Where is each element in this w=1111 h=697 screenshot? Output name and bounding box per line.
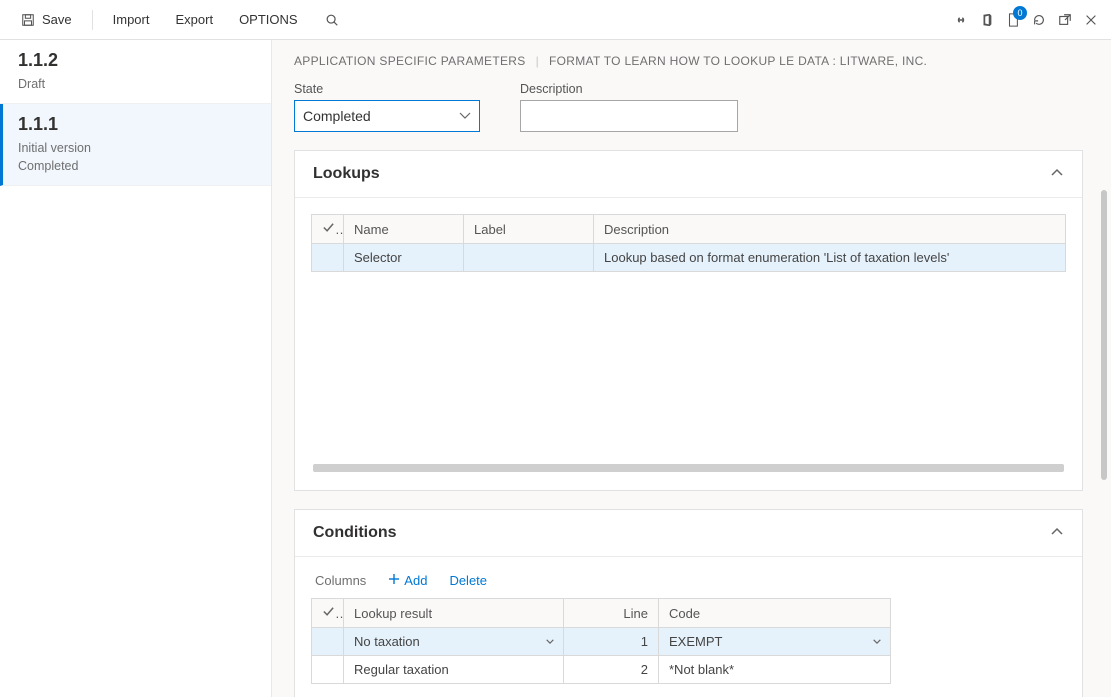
- close-icon: [1083, 12, 1099, 28]
- chevron-up-icon: [1050, 166, 1064, 183]
- col-lookup-result[interactable]: Lookup result: [344, 599, 564, 628]
- sidebar-version-label: 1.1.2: [18, 50, 253, 71]
- import-button[interactable]: Import: [103, 6, 160, 33]
- close-button[interactable]: [1081, 10, 1101, 30]
- conditions-body: Columns Add Delete: [295, 557, 1082, 697]
- version-sidebar: 1.1.2 Draft 1.1.1 Initial version Comple…: [0, 40, 272, 697]
- horizontal-scrollbar[interactable]: [313, 464, 1064, 472]
- chevron-down-icon: [545, 634, 555, 649]
- save-label: Save: [42, 12, 72, 27]
- col-line[interactable]: Line: [564, 599, 659, 628]
- description-label: Description: [520, 82, 738, 96]
- cell-label[interactable]: [464, 244, 594, 272]
- conditions-toolbar: Columns Add Delete: [311, 573, 1066, 598]
- attach-button[interactable]: [951, 10, 971, 30]
- save-button[interactable]: Save: [10, 6, 82, 34]
- conditions-table: Lookup result Line Code No taxation: [311, 598, 891, 684]
- lookups-panel: Lookups Name: [294, 150, 1083, 491]
- save-icon: [20, 12, 36, 28]
- cell-lookup-result[interactable]: No taxation: [344, 628, 564, 656]
- description-input[interactable]: [520, 100, 738, 132]
- delete-button[interactable]: Delete: [449, 573, 487, 588]
- top-toolbar: Save Import Export OPTIONS: [0, 0, 1111, 40]
- cell-name[interactable]: Selector: [344, 244, 464, 272]
- lookups-row[interactable]: Selector Lookup based on format enumerat…: [312, 244, 1066, 272]
- plus-icon: [388, 573, 400, 588]
- lookups-header[interactable]: Lookups: [295, 151, 1082, 198]
- link-icon: [953, 12, 969, 28]
- toolbar-separator: [92, 10, 93, 30]
- search-icon: [324, 12, 340, 28]
- export-button[interactable]: Export: [165, 6, 223, 33]
- main-content: APPLICATION SPECIFIC PARAMETERS | FORMAT…: [272, 40, 1111, 697]
- state-field: State Completed: [294, 82, 480, 132]
- toolbar-right: 0: [951, 10, 1101, 30]
- office-button[interactable]: [977, 10, 997, 30]
- col-code[interactable]: Code: [659, 599, 891, 628]
- col-name[interactable]: Name: [344, 215, 464, 244]
- col-label[interactable]: Label: [464, 215, 594, 244]
- sidebar-version-meta: Draft: [18, 75, 253, 93]
- refresh-icon: [1031, 12, 1047, 28]
- search-button[interactable]: [314, 6, 350, 34]
- notifications-button[interactable]: 0: [1003, 10, 1023, 30]
- refresh-button[interactable]: [1029, 10, 1049, 30]
- import-label: Import: [113, 12, 150, 27]
- toolbar-left: Save Import Export OPTIONS: [10, 6, 350, 34]
- sidebar-version-meta: Completed: [18, 157, 253, 175]
- cell-code[interactable]: *Not blank*: [659, 656, 891, 684]
- popout-icon: [1057, 12, 1073, 28]
- popout-button[interactable]: [1055, 10, 1075, 30]
- notification-badge: 0: [1013, 6, 1027, 20]
- options-button[interactable]: OPTIONS: [229, 6, 308, 33]
- row-selector[interactable]: [312, 244, 344, 272]
- state-label: State: [294, 82, 480, 96]
- add-button[interactable]: Add: [388, 573, 427, 588]
- col-description[interactable]: Description: [594, 215, 1066, 244]
- office-icon: [979, 12, 995, 28]
- row-selector[interactable]: [312, 628, 344, 656]
- conditions-row[interactable]: No taxation 1 EXEMPT: [312, 628, 891, 656]
- scrollbar[interactable]: [1101, 190, 1107, 480]
- options-label: OPTIONS: [239, 12, 298, 27]
- sidebar-version-meta: Initial version: [18, 139, 253, 157]
- chevron-down-icon: [872, 634, 882, 649]
- select-all-header[interactable]: [312, 215, 344, 244]
- description-field: Description: [520, 82, 738, 132]
- conditions-header[interactable]: Conditions: [295, 510, 1082, 557]
- breadcrumb-separator: |: [536, 54, 539, 68]
- cell-code[interactable]: EXEMPT: [659, 628, 891, 656]
- conditions-title: Conditions: [313, 524, 397, 542]
- export-label: Export: [175, 12, 213, 27]
- breadcrumb-part: APPLICATION SPECIFIC PARAMETERS: [294, 54, 526, 68]
- cell-description[interactable]: Lookup based on format enumeration 'List…: [594, 244, 1066, 272]
- lookups-title: Lookups: [313, 165, 380, 183]
- cell-lookup-result[interactable]: Regular taxation: [344, 656, 564, 684]
- lookups-body: Name Label Description Selector Lookup b…: [295, 198, 1082, 490]
- state-select[interactable]: Completed: [294, 100, 480, 132]
- breadcrumb-part: FORMAT TO LEARN HOW TO LOOKUP LE DATA : …: [549, 54, 927, 68]
- sidebar-item-version-1-1-2[interactable]: 1.1.2 Draft: [0, 40, 271, 104]
- cell-line[interactable]: 2: [564, 656, 659, 684]
- columns-button[interactable]: Columns: [315, 573, 366, 588]
- cell-line[interactable]: 1: [564, 628, 659, 656]
- add-label: Add: [404, 573, 427, 588]
- chevron-up-icon: [1050, 525, 1064, 542]
- row-selector[interactable]: [312, 656, 344, 684]
- conditions-row[interactable]: Regular taxation 2 *Not blank*: [312, 656, 891, 684]
- sidebar-version-label: 1.1.1: [18, 114, 253, 135]
- lookups-table: Name Label Description Selector Lookup b…: [311, 214, 1066, 272]
- breadcrumb: APPLICATION SPECIFIC PARAMETERS | FORMAT…: [294, 54, 1083, 68]
- sidebar-item-version-1-1-1[interactable]: 1.1.1 Initial version Completed: [0, 104, 271, 186]
- conditions-panel: Conditions Columns Add Delete: [294, 509, 1083, 697]
- select-all-header[interactable]: [312, 599, 344, 628]
- header-fields: State Completed Description: [294, 82, 1083, 132]
